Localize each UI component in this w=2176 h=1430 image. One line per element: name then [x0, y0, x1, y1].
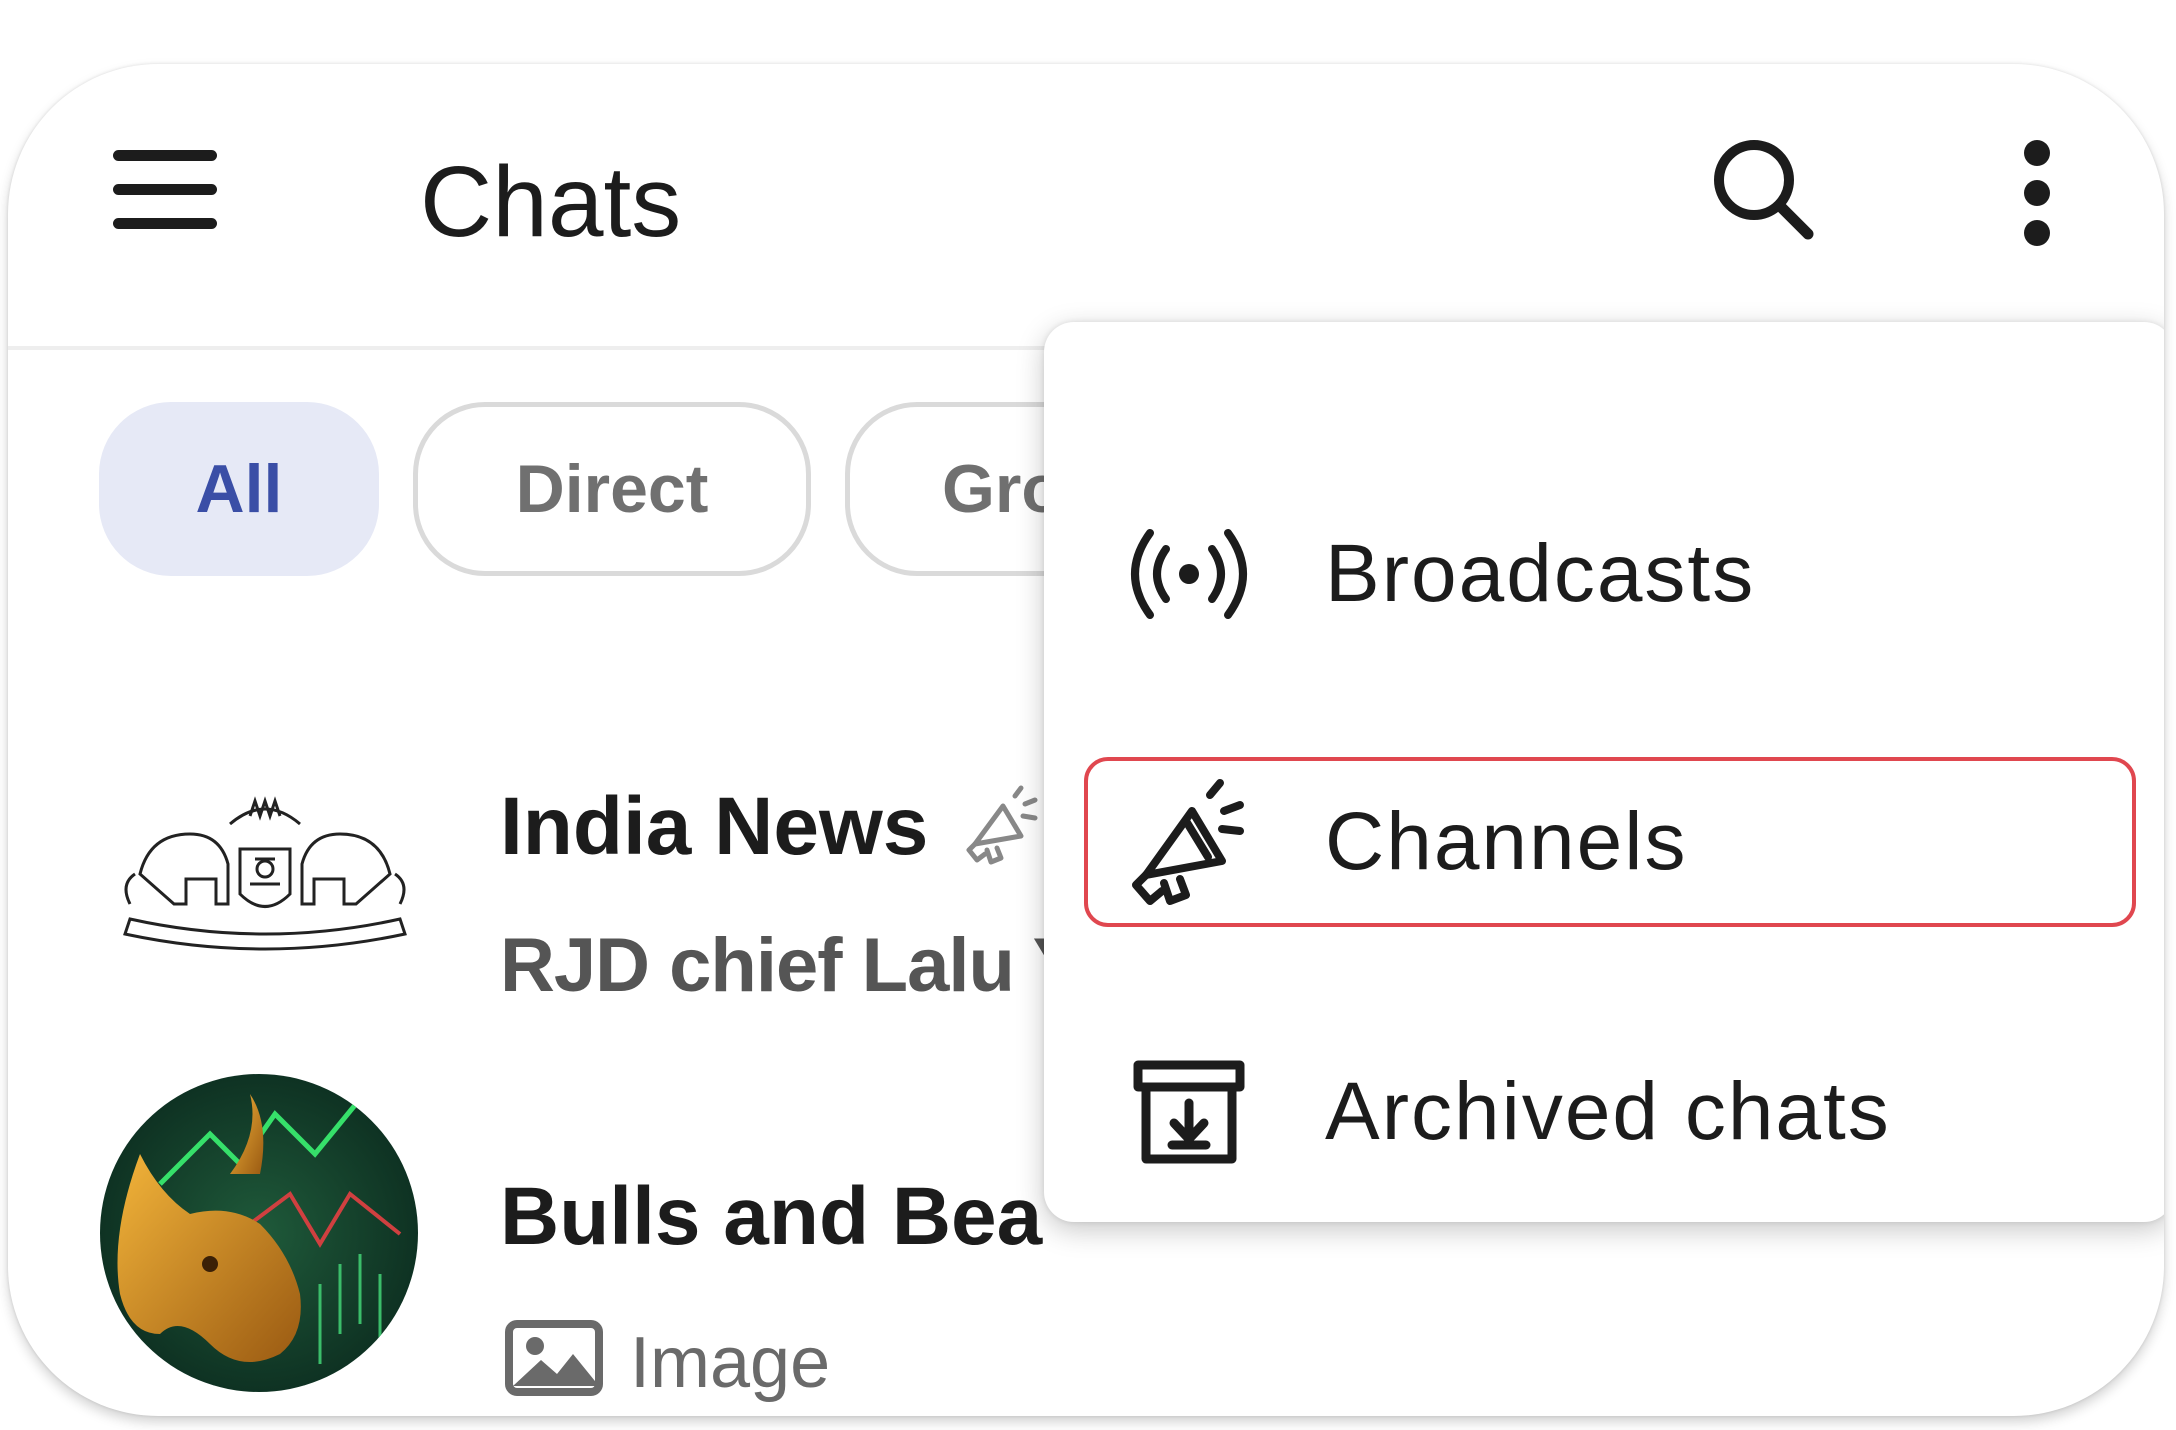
hamburger-menu-icon[interactable]	[113, 150, 217, 230]
bull-chart-avatar	[100, 1074, 418, 1392]
broadcast-icon	[1131, 529, 1247, 619]
menu-item-archived-chats[interactable]: Archived chats	[1044, 1012, 2164, 1212]
app-window: Chats All Direct Gro India News RJD chie…	[8, 64, 2164, 1416]
more-vertical-icon[interactable]	[2016, 140, 2060, 246]
filter-chip-direct[interactable]: Direct	[413, 402, 811, 576]
chat-preview: RJD chief Lalu Y	[500, 923, 1083, 1008]
overflow-menu: Broadcasts Channels Archived chats	[1044, 322, 2164, 1222]
menu-item-label: Channels	[1325, 796, 1688, 887]
top-app-bar: Chats	[8, 64, 2164, 346]
menu-item-label: Archived chats	[1325, 1066, 1891, 1157]
image-icon	[505, 1320, 603, 1396]
search-icon[interactable]	[1708, 134, 1818, 244]
emblem-logo-avatar	[123, 796, 407, 951]
archive-icon	[1133, 1060, 1245, 1164]
megaphone-icon	[1132, 779, 1244, 905]
chat-name: India News	[500, 781, 929, 872]
chat-preview: Image	[630, 1323, 831, 1403]
page-title: Chats	[420, 146, 682, 258]
chat-name: Bulls and Bea	[500, 1171, 1043, 1262]
menu-item-broadcasts[interactable]: Broadcasts	[1044, 474, 2164, 674]
menu-item-label: Broadcasts	[1325, 528, 1756, 619]
menu-item-channels[interactable]: Channels	[1044, 742, 2164, 942]
channel-megaphone-icon	[966, 785, 1038, 865]
filter-chip-all[interactable]: All	[99, 402, 379, 576]
